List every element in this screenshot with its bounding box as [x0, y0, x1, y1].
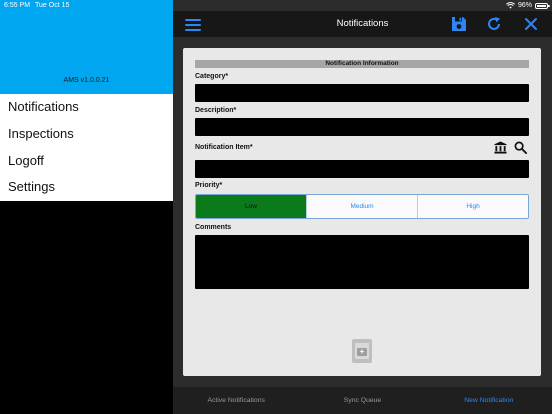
add-attachment-button[interactable]: +: [352, 339, 372, 363]
menu-item-inspections[interactable]: Inspections: [0, 121, 173, 148]
priority-label: Priority*: [195, 182, 223, 189]
status-time: 6:55 PM: [4, 2, 31, 9]
section-title: Notification Information: [195, 60, 529, 68]
battery-percent: 96%: [517, 2, 532, 9]
notification-item-label: Notification Item*: [195, 144, 253, 151]
battery-icon: [535, 2, 550, 9]
status-right: 96%: [506, 0, 550, 11]
save-icon[interactable]: [451, 16, 467, 32]
tab-sync-queue[interactable]: Sync Queue: [299, 387, 425, 414]
category-field[interactable]: [195, 84, 529, 102]
close-icon[interactable]: [523, 16, 539, 32]
menu-item-notifications[interactable]: Notifications: [0, 94, 173, 121]
add-attachment-icon: +: [357, 348, 367, 356]
comments-field[interactable]: [195, 235, 529, 289]
side-drawer: AMS v1.0.0.21 Notifications Inspections …: [0, 0, 173, 414]
status-bar: 6:55 PM Tue Oct 15 96%: [0, 0, 552, 11]
wifi-icon: [506, 2, 515, 9]
category-label: Category*: [195, 73, 229, 80]
tab-bar: Active Notifications Sync Queue New Noti…: [173, 387, 552, 414]
drawer-header: AMS v1.0.0.21: [0, 0, 173, 94]
menu-icon[interactable]: [185, 16, 201, 32]
menu-item-logoff[interactable]: Logoff: [0, 148, 173, 175]
tab-new-notification[interactable]: New Notification: [426, 387, 552, 414]
description-label: Description*: [195, 107, 237, 114]
search-icon[interactable]: [514, 141, 527, 154]
bank-icon[interactable]: [494, 141, 507, 154]
description-field[interactable]: [195, 118, 529, 136]
menu-item-settings[interactable]: Settings: [0, 174, 173, 201]
app-version: AMS v1.0.0.21: [63, 77, 110, 84]
priority-low[interactable]: Low: [196, 195, 306, 218]
notification-form: Notification Information Category* Descr…: [183, 48, 541, 376]
notification-item-field[interactable]: [195, 160, 529, 178]
priority-medium[interactable]: Medium: [306, 195, 417, 218]
status-date: Tue Oct 15: [35, 2, 70, 9]
refresh-icon[interactable]: [486, 16, 502, 32]
tab-active-notifications[interactable]: Active Notifications: [173, 387, 299, 414]
priority-high[interactable]: High: [417, 195, 528, 218]
comments-label: Comments: [195, 224, 232, 231]
main-panel: Notifications Notification Information C…: [173, 0, 552, 414]
nav-bar: Notifications: [173, 11, 552, 37]
drawer-menu: Notifications Inspections Logoff Setting…: [0, 94, 173, 201]
priority-selector: Low Medium High: [195, 194, 529, 219]
